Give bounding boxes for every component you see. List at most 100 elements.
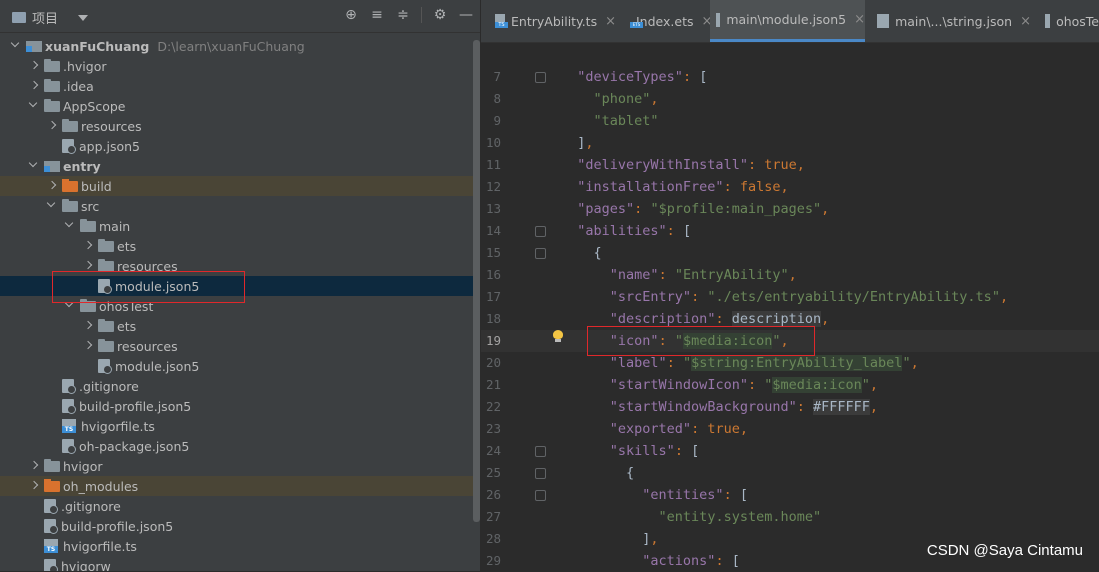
tree-item[interactable]: ets [0,316,480,336]
line-number: 15 [485,245,501,260]
tree-item-label: AppScope [63,98,126,114]
code-text: "entity.system.home" [658,509,822,525]
code-line[interactable]: 12 "installationFree": false, [481,176,1099,198]
tree-item[interactable]: .hvigor [0,56,480,76]
chevron-down-icon[interactable] [28,160,40,172]
line-number: 9 [493,113,501,128]
fold-marker-icon[interactable] [535,468,546,479]
lightbulb-icon[interactable] [552,330,564,343]
tree-item[interactable]: module.json5 [0,356,480,376]
tree-item[interactable]: AppScope [0,96,480,116]
code-line[interactable]: 22 "startWindowBackground": #FFFFFF, [481,396,1099,418]
tree-item[interactable]: entry [0,156,480,176]
line-number: 17 [485,289,501,304]
fold-marker-icon[interactable] [535,226,546,237]
code-line[interactable]: 14 "abilities": [ [481,220,1099,242]
editor-panel: EntryAbility.ts×Index.ets×main\module.js… [481,0,1099,571]
expand-all-icon[interactable]: ≡ [369,7,385,23]
chevron-down-icon[interactable] [10,40,22,52]
chevron-right-icon[interactable] [28,460,40,472]
close-icon[interactable]: × [605,14,616,29]
tree-item[interactable]: app.json5 [0,136,480,156]
code-line[interactable]: 23 "exported": true, [481,418,1099,440]
chevron-right-icon[interactable] [82,340,94,352]
code-line[interactable]: 15 { [481,242,1099,264]
tree-item-label: entry [63,158,101,174]
tree-item-label: app.json5 [79,138,141,154]
tree-item[interactable]: hvigor [0,456,480,476]
code-text: "skills": [ [609,443,700,459]
gear-icon[interactable]: ⚙ [432,7,448,23]
code-line[interactable]: 8 "phone", [481,88,1099,110]
chevron-right-icon[interactable] [82,320,94,332]
code-line[interactable]: 16 "name": "EntryAbility", [481,264,1099,286]
code-line[interactable]: 26 "entities": [ [481,484,1099,506]
tree-item[interactable]: oh-package.json5 [0,436,480,456]
chevron-down-icon[interactable] [46,200,58,212]
folder-icon [98,319,114,332]
code-line[interactable]: 10 ], [481,132,1099,154]
tree-item[interactable]: hvigorw [0,556,480,571]
tree-item[interactable]: oh_modules [0,476,480,496]
line-number: 13 [485,201,501,216]
code-line[interactable]: 9 "tablet" [481,110,1099,132]
code-line[interactable]: 27 "entity.system.home" [481,506,1099,528]
fold-marker-icon[interactable] [535,248,546,259]
tree-item[interactable]: .gitignore [0,496,480,516]
code-line[interactable]: 13 "pages": "$profile:main_pages", [481,198,1099,220]
editor-tab[interactable]: ohosTe [1039,0,1099,42]
close-icon[interactable]: × [1020,14,1031,29]
chevron-down-icon[interactable] [28,100,40,112]
editor-tab[interactable]: Index.ets × [624,0,712,42]
chevron-right-icon[interactable] [28,480,40,492]
tree-item[interactable]: resources [0,336,480,356]
tree-item[interactable]: hvigorfile.ts [0,416,480,436]
chevron-right-icon[interactable] [28,60,40,72]
line-number: 20 [485,355,501,370]
tree-item-label: .idea [63,78,94,94]
editor-tab[interactable]: EntryAbility.ts × [489,0,616,42]
tree-item[interactable]: src [0,196,480,216]
folder-icon [98,239,114,252]
chevron-right-icon[interactable] [46,180,58,192]
tree-item[interactable]: hvigorfile.ts [0,536,480,556]
code-line[interactable]: 25 { [481,462,1099,484]
chevron-down-icon[interactable] [64,220,76,232]
line-number: 8 [493,91,501,106]
code-line[interactable]: 21 "startWindowIcon": "$media:icon", [481,374,1099,396]
chevron-right-icon[interactable] [82,240,94,252]
fold-marker-icon[interactable] [535,72,546,83]
fold-marker-icon[interactable] [535,446,546,457]
line-number: 22 [485,399,501,414]
code-text: { [561,465,635,481]
code-text: "installationFree": false, [577,179,789,195]
tree-item[interactable]: .gitignore [0,376,480,396]
tree-item[interactable]: .idea [0,76,480,96]
tree-item[interactable]: resources [0,116,480,136]
project-view-selector[interactable]: 项目 [12,8,89,27]
code-line[interactable]: 11 "deliveryWithInstall": true, [481,154,1099,176]
chevron-right-icon[interactable] [28,80,40,92]
code-line[interactable]: 24 "skills": [ [481,440,1099,462]
vertical-scrollbar[interactable] [473,40,480,522]
tree-item[interactable]: build-profile.json5 [0,396,480,416]
editor-tab[interactable]: main\module.json5 × [710,0,865,42]
code-line[interactable]: 17 "srcEntry": "./ets/entryability/Entry… [481,286,1099,308]
close-icon[interactable]: × [854,12,865,27]
code-line[interactable]: 7 "deviceTypes": [ [481,66,1099,88]
editor-tab[interactable]: main\...\string.json × [871,0,1031,42]
json-file-icon [98,359,112,374]
tree-item-label: resources [117,338,178,354]
tree-item-label: build [81,178,112,194]
minimize-icon[interactable]: — [458,7,474,23]
crosshair-icon[interactable]: ⊕ [343,7,359,23]
fold-marker-icon[interactable] [535,490,546,501]
folder-icon [62,199,78,212]
chevron-right-icon[interactable] [46,120,58,132]
tree-item[interactable]: build-profile.json5 [0,516,480,536]
tree-item[interactable]: main [0,216,480,236]
tree-item[interactable]: build [0,176,480,196]
collapse-all-icon[interactable]: ≑ [395,7,411,23]
tree-item[interactable]: xuanFuChuang D:\learn\xuanFuChuang [0,36,480,56]
tree-item[interactable]: ets [0,236,480,256]
